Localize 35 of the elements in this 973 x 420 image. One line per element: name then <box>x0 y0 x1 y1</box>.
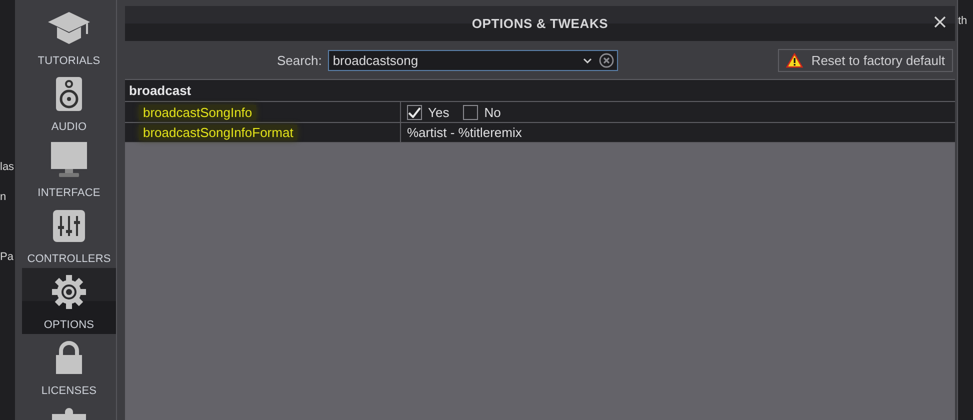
checkbox[interactable] <box>463 104 478 120</box>
reset-button[interactable]: Reset to factory default <box>778 48 953 72</box>
close-icon[interactable] <box>933 15 947 29</box>
search-field[interactable]: broadcastsong <box>328 50 618 70</box>
setting-row[interactable]: broadcastSongInfo Yes No <box>125 101 955 122</box>
setting-name: broadcastSongInfoFormat <box>139 125 298 140</box>
gear-icon <box>51 274 87 310</box>
setting-value[interactable]: %artist - %titleremix <box>407 125 522 140</box>
setting-row[interactable]: broadcastSongInfoFormat %artist - %titleremix <box>125 122 955 143</box>
graduation-cap-icon <box>47 10 91 46</box>
lock-icon <box>55 341 83 375</box>
sliders-icon <box>53 210 85 242</box>
dialog-title: OPTIONS & TWEAKS <box>472 16 608 31</box>
speaker-icon <box>55 76 83 112</box>
warning-icon <box>786 52 804 68</box>
background-text: th <box>958 14 968 28</box>
group-label: broadcast <box>128 83 192 98</box>
search-label: Search: <box>277 52 322 68</box>
sidebar-item[interactable]: INTERFACE <box>22 136 116 202</box>
sidebar-item[interactable]: OPTIONS <box>22 268 116 334</box>
sidebar-item[interactable]: CONTROLLERS <box>22 202 116 268</box>
background-text: Pa <box>0 250 14 264</box>
monitor-icon <box>50 141 88 179</box>
puzzle-icon <box>52 406 86 420</box>
clear-icon[interactable] <box>598 52 614 68</box>
sidebar-item[interactable]: AUDIO <box>22 70 116 136</box>
chevron-down-icon[interactable] <box>582 58 592 64</box>
sidebar-item[interactable]: LICENSES <box>22 334 116 400</box>
option-label: Yes <box>428 104 450 120</box>
setting-name: broadcastSongInfo <box>139 104 256 120</box>
background-text: n <box>0 190 6 204</box>
sidebar-item[interactable]: TUTORIALS <box>22 4 116 70</box>
background-text: las <box>0 160 14 174</box>
checkbox[interactable] <box>407 104 422 120</box>
option-label: No <box>484 104 501 120</box>
